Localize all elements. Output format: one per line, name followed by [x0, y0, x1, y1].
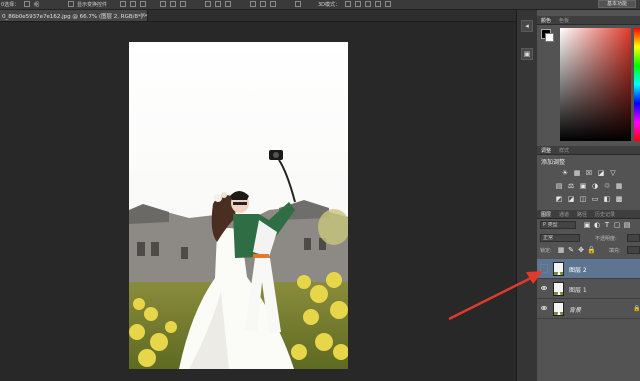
select-dropdown[interactable]: [24, 1, 30, 7]
align-left-icon[interactable]: [120, 1, 126, 7]
tab-history[interactable]: 历史记录: [595, 211, 615, 218]
opacity-input[interactable]: [627, 234, 640, 242]
filter-shape-icon[interactable]: ▢: [613, 221, 621, 229]
3d-mode-label: 3D模式：: [318, 2, 341, 8]
workspace-switcher[interactable]: 基本功能: [598, 0, 636, 8]
lock-all-icon[interactable]: 🔒: [587, 246, 596, 254]
document-tab-label: 0_86b0e5937e7e162.jpg @ 66.7% (图层 2, RGB…: [2, 14, 148, 20]
color-lookup-icon[interactable]: ▦: [615, 182, 623, 190]
threshold-icon[interactable]: ◫: [579, 195, 587, 203]
lock-pixels-icon[interactable]: ✎: [567, 246, 575, 254]
filter-type-icon[interactable]: T: [603, 221, 611, 229]
filter-adjustment-icon[interactable]: ◐: [593, 221, 601, 229]
tab-adjustments[interactable]: 调整: [541, 147, 551, 154]
eye-icon[interactable]: [541, 286, 547, 290]
group-label: 组: [34, 2, 40, 8]
align-bottom-icon[interactable]: [180, 1, 186, 7]
canvas-area[interactable]: [0, 22, 516, 381]
filter-smart-object-icon[interactable]: ▤: [623, 221, 631, 229]
levels-icon[interactable]: ▦: [573, 169, 581, 177]
close-tab-icon[interactable]: ×: [140, 11, 146, 19]
hue-saturation-icon[interactable]: ▤: [555, 182, 563, 190]
layer-thumbnail: [553, 302, 564, 316]
layer-thumbnail: [553, 282, 564, 296]
layer-name[interactable]: 图层 1: [569, 285, 587, 294]
distribute-middle-icon[interactable]: [215, 1, 221, 7]
panel-toggle-icon[interactable]: ◂: [521, 20, 533, 32]
layer-visibility-toggle[interactable]: [540, 264, 548, 273]
eye-icon[interactable]: [541, 306, 547, 310]
options-bar: 0选择： 组 显示变换控件 3D模式： 基本功能: [0, 0, 640, 10]
black-white-icon[interactable]: ▣: [579, 182, 587, 190]
vibrance-icon[interactable]: ▽: [609, 169, 617, 177]
layer-row[interactable]: 图层 1: [537, 279, 640, 299]
hue-slider[interactable]: [634, 28, 640, 141]
add-adjustment-title: 添加调整: [541, 159, 566, 166]
color-panel-icon[interactable]: ▣: [521, 48, 533, 60]
selective-color-icon[interactable]: ◧: [603, 195, 611, 203]
posterize-icon[interactable]: ◪: [567, 195, 575, 203]
3d-drag-icon[interactable]: [365, 1, 371, 7]
color-panel-tabs: 颜色 色板: [537, 16, 640, 25]
distribute-right-icon[interactable]: [270, 1, 276, 7]
3d-scale-icon[interactable]: [385, 1, 391, 7]
panel-dock-strip: ◂ ▣: [516, 10, 538, 381]
align-middle-icon[interactable]: [170, 1, 176, 7]
distribute-center-icon[interactable]: [260, 1, 266, 7]
document-canvas-photo[interactable]: [129, 42, 348, 369]
lock-label: 锁定:: [540, 248, 552, 254]
fill-input[interactable]: [627, 246, 640, 254]
lock-position-icon[interactable]: ✥: [577, 246, 585, 254]
color-picker-field[interactable]: [560, 28, 631, 141]
tab-swatches[interactable]: 色板: [559, 17, 569, 24]
wedding-photo-image: [129, 42, 348, 369]
layer-name[interactable]: 背景: [569, 305, 581, 314]
document-tab-bar: 0_86b0e5937e7e162.jpg @ 66.7% (图层 2, RGB…: [0, 10, 516, 22]
layer-name[interactable]: 图层 2: [569, 265, 587, 274]
tab-color[interactable]: 颜色: [541, 17, 551, 24]
align-center-icon[interactable]: [130, 1, 136, 7]
distribute-bottom-icon[interactable]: [225, 1, 231, 7]
color-balance-icon[interactable]: ⚖: [567, 182, 575, 190]
auto-align-icon[interactable]: [295, 1, 301, 7]
lock-transparent-icon[interactable]: ▦: [557, 246, 565, 254]
filter-pixel-icon[interactable]: ▣: [583, 221, 591, 229]
3d-rotate-icon[interactable]: [345, 1, 351, 7]
layer-row[interactable]: 背景 🔒: [537, 299, 640, 319]
distribute-top-icon[interactable]: [205, 1, 211, 7]
opacity-label: 不透明度:: [595, 236, 617, 242]
distribute-left-icon[interactable]: [250, 1, 256, 7]
layer-thumbnail: [553, 262, 564, 276]
blend-mode-select[interactable]: 正常: [540, 234, 580, 242]
tab-styles[interactable]: 样式: [559, 147, 569, 154]
tab-layers[interactable]: 图层: [541, 211, 551, 218]
gradient-map-icon[interactable]: ▭: [591, 195, 599, 203]
fill-label: 填充:: [609, 248, 621, 254]
adjustments-panel-tabs: 调整 样式: [537, 146, 640, 155]
3d-slide-icon[interactable]: [375, 1, 381, 7]
curves-icon[interactable]: ☒: [585, 169, 593, 177]
layer-row[interactable]: 图层 2: [537, 259, 640, 279]
tab-channels[interactable]: 通道: [559, 211, 569, 218]
lock-icon: 🔒: [633, 305, 640, 312]
right-panels: 颜色 色板 调整 样式 添加调整 ☀ ▦ ☒ ◪ ▽ ▤ ⚖ ▣ ◑ ♲ ▦ ◩…: [537, 10, 640, 381]
photo-filter-icon[interactable]: ◑: [591, 182, 599, 190]
invert-icon[interactable]: ◩: [555, 195, 563, 203]
layers-panel-tabs: 图层 通道 路径 历史记录: [537, 210, 640, 219]
layer-filter-kind[interactable]: P 类型: [540, 221, 576, 229]
show-transform-checkbox[interactable]: [68, 1, 74, 7]
align-top-icon[interactable]: [160, 1, 166, 7]
exposure-icon[interactable]: ◪: [597, 169, 605, 177]
auto-select-label: 0选择：: [1, 2, 20, 8]
show-transform-label: 显示变换控件: [77, 2, 108, 8]
brightness-contrast-icon[interactable]: ☀: [561, 169, 569, 177]
document-tab[interactable]: 0_86b0e5937e7e162.jpg @ 66.7% (图层 2, RGB…: [0, 10, 148, 21]
tab-paths[interactable]: 路径: [577, 211, 587, 218]
align-right-icon[interactable]: [140, 1, 146, 7]
channel-mixer-icon[interactable]: ♲: [603, 182, 611, 190]
background-color-swatch[interactable]: [545, 33, 554, 42]
3d-roll-icon[interactable]: [355, 1, 361, 7]
pattern-icon[interactable]: ▩: [615, 195, 623, 203]
